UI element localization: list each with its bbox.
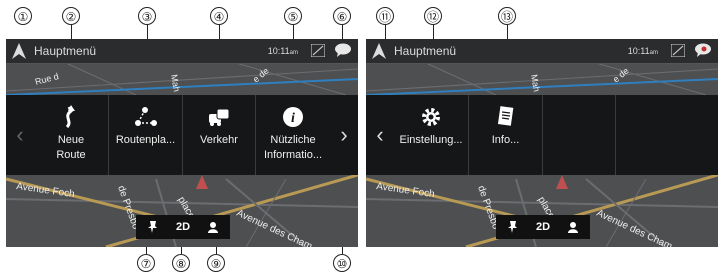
callout-11: ⑪ — [376, 7, 394, 25]
menu-item-label: Route — [56, 149, 86, 161]
menu-item-label: Nützliche — [270, 134, 316, 146]
message-icon[interactable] — [334, 43, 352, 57]
menu-item-empty — [543, 95, 616, 175]
view-mode-button[interactable]: 2D — [528, 215, 558, 239]
menu-item-label: Routenpla... — [115, 134, 176, 146]
top-status-bar: Hauptmenü 10:11am — [366, 39, 718, 64]
person-icon — [568, 222, 578, 233]
top-status-bar: Hauptmenü 10:11am — [6, 39, 358, 64]
pin-button[interactable] — [498, 215, 528, 239]
menu-item-label: Einstellung... — [399, 134, 463, 146]
map-control-bar: 2D — [136, 215, 230, 239]
svg-text:i: i — [291, 111, 295, 126]
screen-main-menu-page1: Rue d Mah e de Avenue Foch de Presbo pla… — [6, 39, 358, 247]
message-icon[interactable] — [694, 43, 712, 57]
map-control-bar: 2D — [496, 215, 590, 239]
menu-item-label: Informatio... — [263, 149, 323, 161]
callout-2: ② — [62, 7, 80, 25]
callout-1: ① — [14, 7, 32, 25]
scroll-left-button[interactable]: ‹ — [6, 95, 34, 175]
gps-signal-icon — [311, 44, 325, 57]
callout-7: ⑦ — [137, 254, 155, 272]
menu-item-info[interactable]: Info... — [469, 95, 543, 175]
pin-button[interactable] — [138, 215, 168, 239]
menu-item-useful-info[interactable]: i Nützliche Informatio... — [256, 95, 330, 175]
callout-12: ⑫ — [424, 7, 442, 25]
profile-button[interactable] — [558, 215, 588, 239]
pin-icon — [148, 221, 157, 233]
menu-item-label: Verkehr — [200, 134, 238, 146]
menu-item-label: Info... — [491, 134, 520, 146]
callout-5: ⑤ — [284, 7, 302, 25]
scroll-left-button[interactable]: ‹ — [366, 95, 394, 175]
callout-10: ⑩ — [333, 254, 351, 272]
profile-button[interactable] — [198, 215, 228, 239]
menu-item-traffic[interactable]: Verkehr — [183, 95, 256, 175]
callout-13: ⑬ — [498, 7, 516, 25]
new-route-icon — [65, 105, 75, 129]
info-document-icon — [497, 106, 513, 126]
nav-arrow-icon[interactable] — [11, 42, 27, 60]
screen-main-menu-page2: Mah e de Avenue Foch de Presbo place Ave… — [366, 39, 718, 247]
clock: 10:11am — [627, 46, 658, 56]
scroll-right-button[interactable]: › — [330, 95, 358, 175]
callout-4: ④ — [210, 7, 228, 25]
traffic-icon — [209, 108, 230, 126]
menu-item-new-route[interactable]: Neue Route — [34, 95, 109, 175]
gps-signal-icon — [671, 44, 685, 57]
callout-3: ③ — [138, 7, 156, 25]
menu-item-empty — [616, 95, 690, 175]
view-mode-button[interactable]: 2D — [168, 215, 198, 239]
callout-8: ⑧ — [172, 254, 190, 272]
pin-icon — [508, 221, 517, 233]
callout-6: ⑥ — [333, 7, 351, 25]
info-icon: i — [283, 107, 303, 127]
route-planner-icon — [134, 107, 157, 126]
settings-gear-icon — [422, 108, 440, 126]
main-menu-panel: ‹ Einstellung... Info... — [366, 95, 718, 175]
page-title: Hauptmenü — [34, 44, 97, 58]
menu-item-settings[interactable]: Einstellung... — [394, 95, 469, 175]
menu-item-label: Neue — [57, 134, 85, 146]
menu-item-route-planner[interactable]: Routenpla... — [109, 95, 183, 175]
person-icon — [208, 222, 218, 233]
nav-arrow-icon[interactable] — [371, 42, 387, 60]
callout-9: ⑨ — [207, 254, 225, 272]
clock: 10:11am — [267, 46, 298, 56]
page-title: Hauptmenü — [394, 44, 457, 58]
main-menu-panel: ‹ Neue Route Routenpla... Verkehr i Nützl… — [6, 95, 358, 175]
